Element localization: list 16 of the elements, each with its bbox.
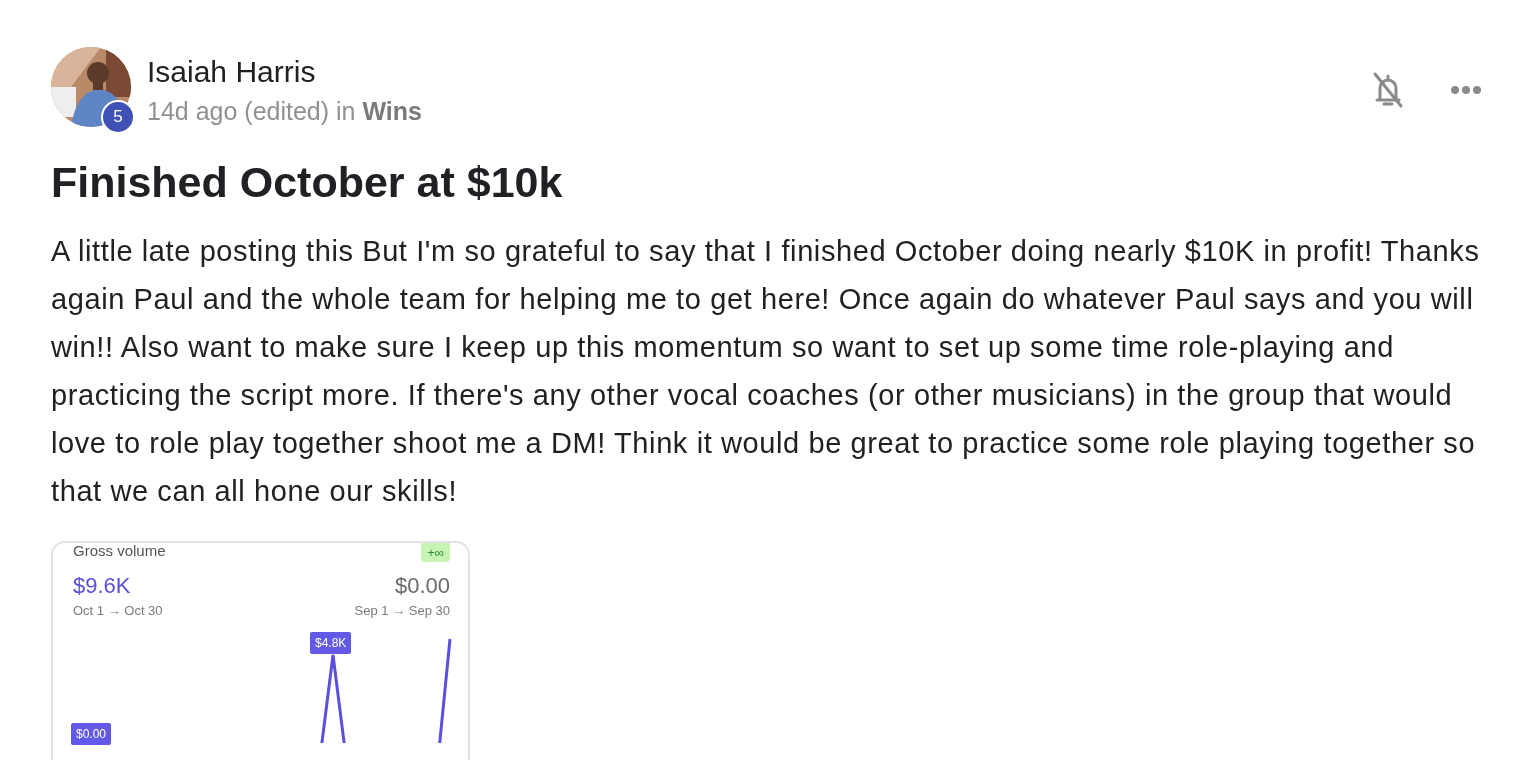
point-label: $0.00 [71,722,112,745]
post-title: Finished October at $10k [51,157,564,208]
post-body: A little late posting this But I'm so grateful to say that I finished October doing nearly $10K in profit! Thanks again Paul and the whole team for helping me to get here! Once again do whatever Paul says and you will win!! Also want to make sure I keep up this momentum so want to set up some time role-playing and practicing the script more. If there's any other vocal coaches (or other musicians) in the group that would love to role play together shoot me a DM! Think it would be great to practice some role playing together so that we can all hone our skills! [51,233,1481,509]
level-badge: 5 [101,100,135,134]
current-value: $9.6K [73,572,132,599]
change-tag: +∞ [421,542,450,562]
previous-value: $0.00 [394,572,450,599]
more-icon[interactable] [1450,85,1482,95]
muted-bell-icon[interactable] [1372,71,1404,109]
author-name[interactable]: Isaiah Harris [147,55,422,89]
attachment-card[interactable]: Gross volume +∞ $9.6K Oct 1 → Oct 30 $0.00 Sep 1 → Sep 30 $4.8K $0.00 [51,540,470,760]
point-label: $4.8K [310,631,352,654]
chart-label: Gross volume [73,542,166,558]
date-range: Oct 1 → Oct 30 [73,602,163,618]
post-meta: 14d ago (edited) in Wins [147,97,422,126]
date-range: Sep 1 → Sep 30 [354,602,450,618]
